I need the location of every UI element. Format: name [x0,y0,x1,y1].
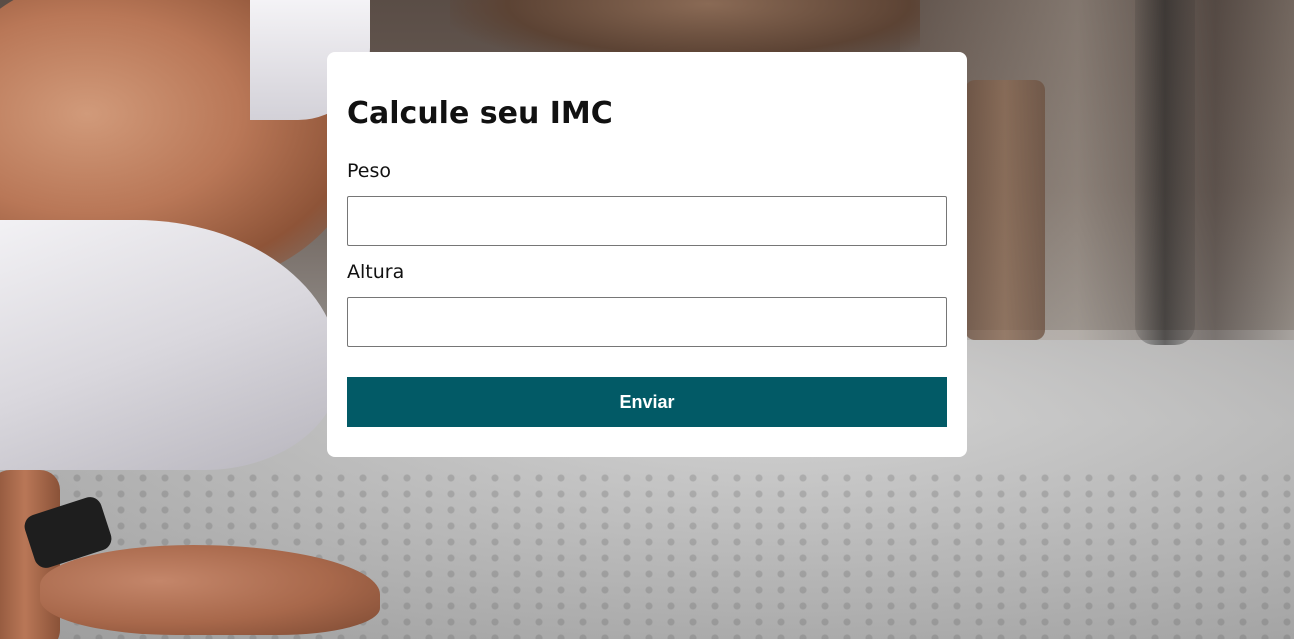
background-plyo-box [965,80,1045,340]
imc-form-card: Calcule seu IMC Peso Altura Enviar [327,52,967,457]
altura-input[interactable] [347,297,947,347]
peso-input[interactable] [347,196,947,246]
altura-label: Altura [347,261,405,283]
page-title: Calcule seu IMC [347,96,613,131]
peso-label: Peso [347,160,391,182]
background-pillar [1135,0,1195,345]
submit-button[interactable]: Enviar [347,377,947,427]
